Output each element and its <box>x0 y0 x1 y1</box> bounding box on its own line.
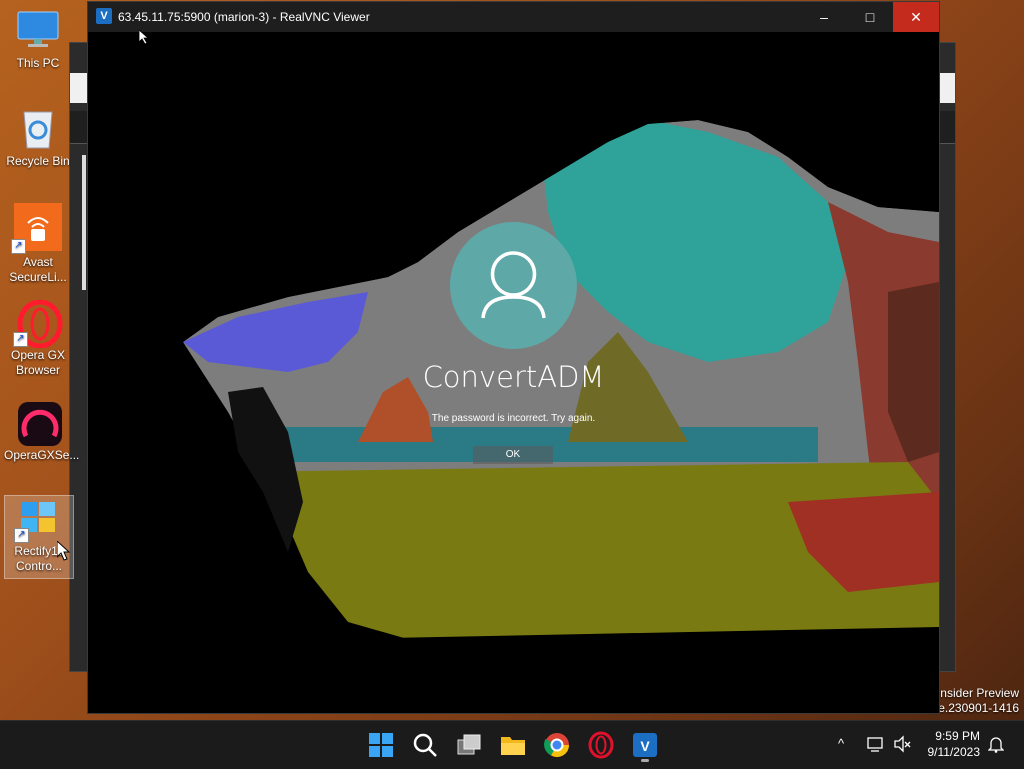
realvnc-app-icon: V <box>96 8 112 24</box>
desktop-icon-opera-gx[interactable]: ↗ Opera GX Browser <box>4 299 72 382</box>
user-avatar <box>450 222 577 349</box>
shortcut-arrow-icon: ↗ <box>14 528 29 543</box>
vnc-window-title: 63.45.11.75:5900 (marion-3) - RealVNC Vi… <box>118 10 370 24</box>
search-icon[interactable] <box>411 731 439 759</box>
rectify11-control-icon: ↗ <box>14 496 61 543</box>
svg-text:V: V <box>640 738 650 754</box>
shortcut-arrow-icon: ↗ <box>11 239 26 254</box>
password-error-message: The password is incorrect. Try again. <box>431 413 596 424</box>
ok-button[interactable]: OK <box>473 446 553 464</box>
desktop-icon-label: Opera GX Browser <box>10 348 66 377</box>
desktop-icon-recycle-bin[interactable]: Recycle Bin <box>4 106 72 174</box>
opera-gx-icon: ↗ <box>13 299 63 349</box>
show-hidden-icons-chevron-icon[interactable]: ^ <box>838 736 844 751</box>
network-icon[interactable] <box>867 735 885 756</box>
vnc-titlebar[interactable]: V 63.45.11.75:5900 (marion-3) - RealVNC … <box>88 2 939 32</box>
clock-date[interactable]: 9/11/2023 <box>920 745 981 759</box>
vnc-viewer-window[interactable]: V 63.45.11.75:5900 (marion-3) - RealVNC … <box>87 1 940 714</box>
monitor-icon <box>16 8 60 52</box>
background-window-scrollbar <box>82 155 86 290</box>
active-app-indicator <box>641 759 649 762</box>
user-avatar-icon <box>481 251 546 319</box>
insider-watermark-line1: Insider Preview <box>936 686 1019 700</box>
desktop-icon-avast-secureline[interactable]: ↗ Avast SecureLi... <box>4 203 72 285</box>
desktop-icon-this-pc[interactable]: This PC <box>4 8 72 76</box>
minimize-button[interactable]: – <box>801 2 847 32</box>
remote-screen[interactable]: ConvertADM The password is incorrect. Tr… <box>88 32 939 713</box>
desktop-icon-rectify11[interactable]: ↗ Rectify11 Contro... <box>4 495 74 579</box>
realvnc-icon[interactable]: V <box>631 731 659 762</box>
desktop-icon-label: Avast SecureLi... <box>9 255 67 284</box>
clock-time[interactable]: 9:59 PM <box>920 729 980 743</box>
remote-cursor-icon <box>139 30 149 45</box>
shortcut-arrow-icon: ↗ <box>13 332 28 347</box>
chrome-icon[interactable] <box>543 731 571 759</box>
start-icon[interactable] <box>367 731 395 759</box>
desktop-icon-label: Recycle Bin <box>6 154 70 168</box>
mouse-cursor-icon <box>57 541 70 561</box>
desktop-icon-label: OperaGXSe... <box>4 448 80 462</box>
notification-bell-icon[interactable] <box>987 735 1005 756</box>
avast-secureline-icon: ↗ <box>11 203 62 254</box>
recycle-bin-icon <box>16 106 60 150</box>
desktop-icon-label: This PC <box>16 56 60 70</box>
task-view-icon[interactable] <box>455 731 483 759</box>
maximize-button[interactable]: □ <box>847 2 893 32</box>
opera-icon[interactable] <box>587 731 615 759</box>
desktop-icon-opera-gx-setup[interactable]: OperaGXSe... <box>4 400 80 468</box>
lock-screen-username: ConvertADM <box>422 360 605 394</box>
volume-muted-icon[interactable] <box>893 735 911 756</box>
close-button[interactable]: ✕ <box>893 2 939 32</box>
taskbar: V ^ 9:59 PM 9/11/2023 <box>0 720 1024 769</box>
opera-gx-setup-icon <box>16 400 62 446</box>
file-explorer-icon[interactable] <box>499 731 527 759</box>
